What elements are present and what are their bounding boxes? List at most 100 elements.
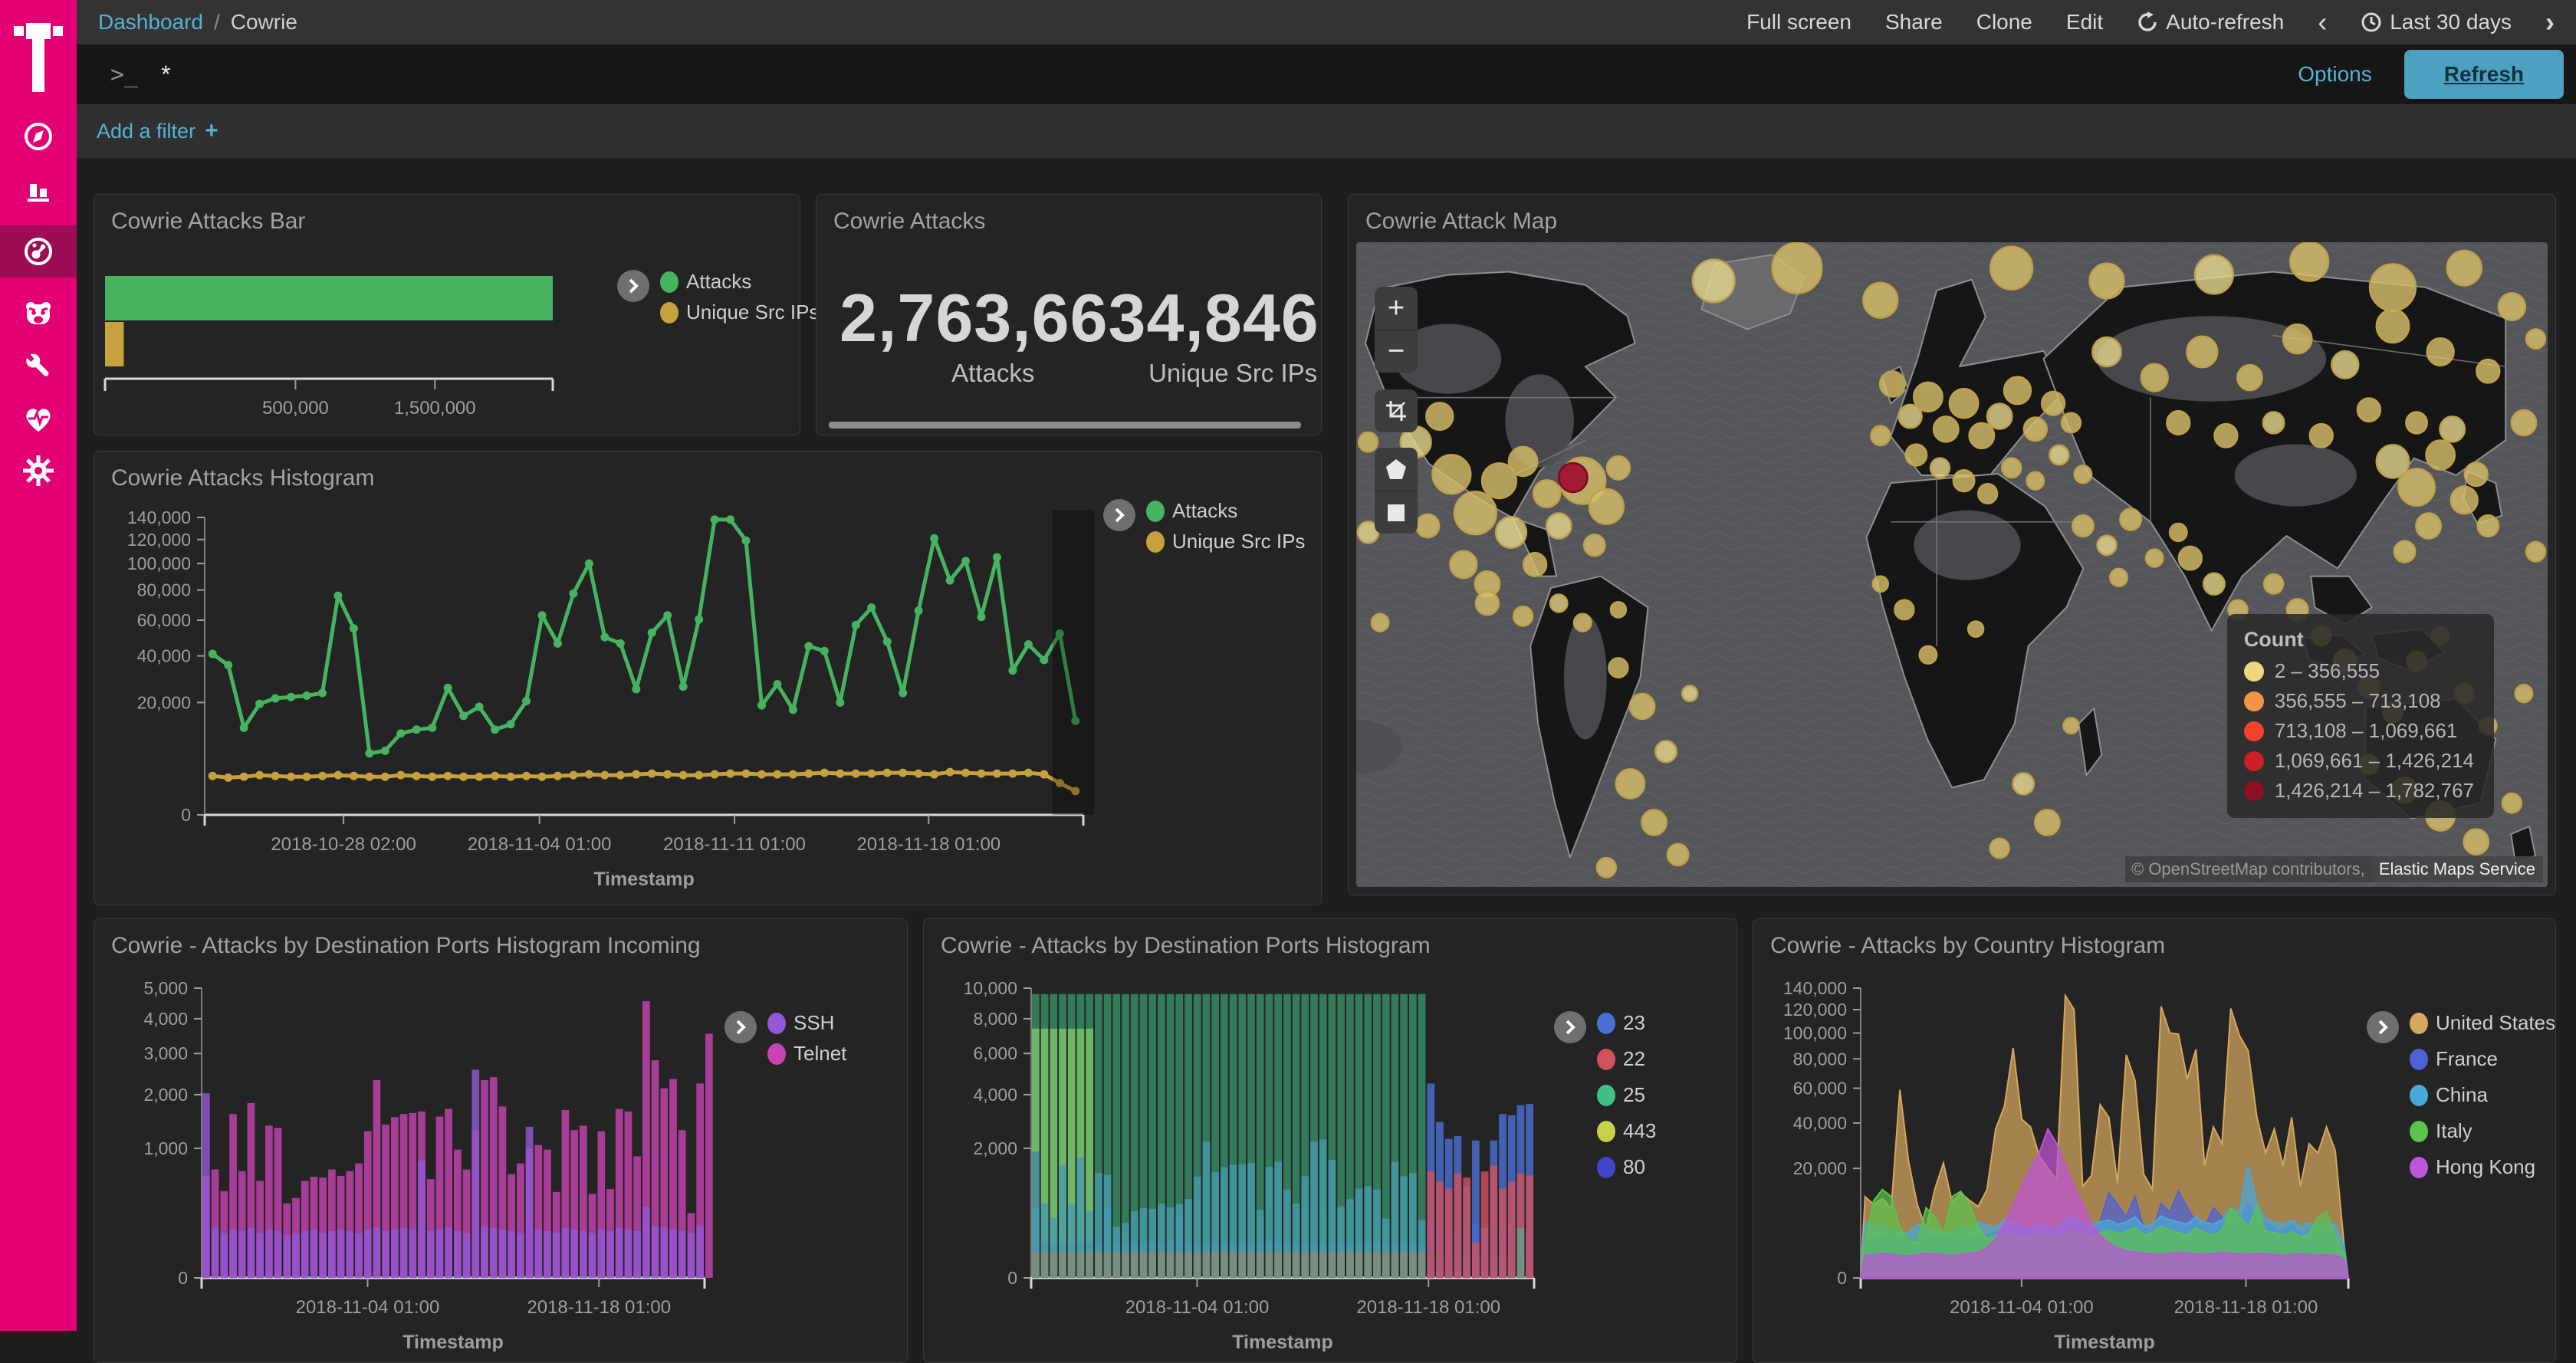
map-bubble[interactable] xyxy=(2187,337,2217,368)
add-filter-button[interactable]: Add a filter + xyxy=(97,118,219,144)
map-bubble[interactable] xyxy=(1359,432,1378,452)
map-bubble[interactable] xyxy=(2179,547,2202,570)
map-bubble-high-count[interactable] xyxy=(1559,463,1587,492)
auto-refresh-button[interactable]: Auto-refresh xyxy=(2137,10,2284,34)
map-bubble[interactable] xyxy=(2263,412,2284,434)
telekom-t-logo[interactable] xyxy=(14,18,63,92)
map-bubble[interactable] xyxy=(2237,365,2262,390)
map-bubble[interactable] xyxy=(2092,337,2121,366)
map-bubble[interactable] xyxy=(1934,416,1958,442)
legend-toggle-button[interactable] xyxy=(2367,1011,2399,1043)
map-bubble[interactable] xyxy=(2310,424,2333,447)
map-draw-rectangle-button[interactable] xyxy=(1375,491,1418,534)
map-bubble[interactable] xyxy=(1372,614,1388,632)
legend-item-france[interactable]: France xyxy=(2410,1047,2555,1071)
map-bubble[interactable] xyxy=(1655,741,1676,762)
map-draw-polygon-button[interactable] xyxy=(1375,448,1418,491)
map-bubble[interactable] xyxy=(2416,514,2440,539)
map-bubble[interactable] xyxy=(1990,247,2032,290)
map-bubble[interactable] xyxy=(2035,810,2059,835)
map-bubble[interactable] xyxy=(1968,621,1983,636)
map-bubble[interactable] xyxy=(2195,255,2233,294)
map-bubble[interactable] xyxy=(2394,541,2415,563)
legend-item-unique-src-ips[interactable]: Unique Src IPs xyxy=(660,301,819,324)
sidebar-item-management[interactable] xyxy=(0,445,77,497)
legend-item-port-25[interactable]: 25 xyxy=(1597,1083,1656,1107)
legend-toggle-button[interactable] xyxy=(617,270,649,302)
map-bubble[interactable] xyxy=(1668,844,1688,865)
map-bubble[interactable] xyxy=(2406,412,2426,434)
sidebar-item-monitoring[interactable] xyxy=(0,392,77,445)
map-bubble[interactable] xyxy=(1863,283,1898,318)
map-bubble[interactable] xyxy=(2526,329,2545,348)
map-bubble[interactable] xyxy=(2427,338,2454,365)
map-bubble[interactable] xyxy=(2024,418,2047,441)
legend-toggle-button[interactable] xyxy=(724,1011,757,1043)
legend-item-unique-src-ips[interactable]: Unique Src IPs xyxy=(1146,530,1305,553)
ems-attribution-link[interactable]: Elastic Maps Service xyxy=(2371,856,2543,882)
map-bubble[interactable] xyxy=(2377,310,2409,343)
osm-attribution-link[interactable]: © OpenStreetMap contributors, xyxy=(2125,856,2371,882)
map-zoom-in-button[interactable]: + xyxy=(1375,287,1418,330)
map-bubble[interactable] xyxy=(1950,389,1978,418)
map-bubble[interactable] xyxy=(2027,472,2044,490)
map-bubble[interactable] xyxy=(2464,829,2489,855)
map-bubble[interactable] xyxy=(2426,441,2454,470)
map-bubble[interactable] xyxy=(1454,491,1497,534)
map-bubble[interactable] xyxy=(2515,685,2532,702)
map-bubble[interactable] xyxy=(1513,606,1533,626)
query-bar[interactable]: >_ * Options Refresh xyxy=(77,44,2576,104)
map-bubble[interactable] xyxy=(2331,351,2358,378)
map-bubble[interactable] xyxy=(2499,293,2525,320)
map-bubble[interactable] xyxy=(2526,542,2545,561)
legend-item-attacks[interactable]: Attacks xyxy=(660,270,819,294)
share-button[interactable]: Share xyxy=(1885,10,1943,34)
attacks-histogram-chart[interactable]: 020,00040,00060,00080,000100,000120,0001… xyxy=(105,498,1094,888)
map-bubble[interactable] xyxy=(1584,534,1605,556)
map-bubble[interactable] xyxy=(1608,658,1628,677)
map-bubble[interactable] xyxy=(2447,251,2482,286)
map-bubble[interactable] xyxy=(1546,514,1571,539)
map-bubble[interactable] xyxy=(1432,455,1470,494)
map-bubble[interactable] xyxy=(1426,402,1453,429)
map-bubble[interactable] xyxy=(1693,260,1735,303)
map-bubble[interactable] xyxy=(2478,515,2499,537)
map-bubble[interactable] xyxy=(1550,595,1567,613)
legend-item-attacks[interactable]: Attacks xyxy=(1146,499,1305,523)
legend-item-telnet[interactable]: Telnet xyxy=(767,1042,846,1066)
map-bubble[interactable] xyxy=(2075,465,2091,483)
map-bubble[interactable] xyxy=(1682,686,1697,701)
map-bubble[interactable] xyxy=(2512,410,2536,435)
clone-button[interactable]: Clone xyxy=(1976,10,2032,34)
map-bubble[interactable] xyxy=(1611,602,1626,617)
legend-item-united-states[interactable]: United States xyxy=(2410,1011,2555,1035)
legend-toggle-button[interactable] xyxy=(1103,499,1135,531)
map-bubble[interactable] xyxy=(2451,487,2478,514)
map-bubble[interactable] xyxy=(2170,524,2187,541)
map-bubble[interactable] xyxy=(1920,646,1937,664)
map-bubble[interactable] xyxy=(2090,264,2124,299)
map-bubble[interactable] xyxy=(2465,463,2488,486)
map-bubble[interactable] xyxy=(2290,242,2328,281)
map-bubble[interactable] xyxy=(2004,377,2031,404)
map-bubble[interactable] xyxy=(2141,364,2168,391)
map-bubble[interactable] xyxy=(1990,839,2009,858)
map-bubble[interactable] xyxy=(1589,489,1624,524)
map-bubble[interactable] xyxy=(2264,574,2283,593)
map-bubble[interactable] xyxy=(2358,398,2380,421)
map-bubble[interactable] xyxy=(2062,413,2081,432)
map-bubble[interactable] xyxy=(2098,536,2117,555)
map-bubble[interactable] xyxy=(1616,769,1644,798)
legend-toggle-button[interactable] xyxy=(1554,1011,1586,1043)
query-input[interactable]: * xyxy=(161,61,170,89)
world-map[interactable]: + − Cou xyxy=(1356,242,2548,887)
map-bubble[interactable] xyxy=(1496,517,1526,548)
legend-item-china[interactable]: China xyxy=(2410,1083,2555,1107)
country-chart[interactable]: 020,00040,00060,00080,000100,000120,0001… xyxy=(1761,968,2359,1352)
map-bubble[interactable] xyxy=(2049,445,2068,465)
map-fit-bounds-button[interactable] xyxy=(1375,389,1418,432)
full-screen-button[interactable]: Full screen xyxy=(1746,10,1852,34)
map-bubble[interactable] xyxy=(1523,553,1546,576)
map-bubble[interactable] xyxy=(1574,614,1591,632)
map-bubble[interactable] xyxy=(2283,324,2312,353)
